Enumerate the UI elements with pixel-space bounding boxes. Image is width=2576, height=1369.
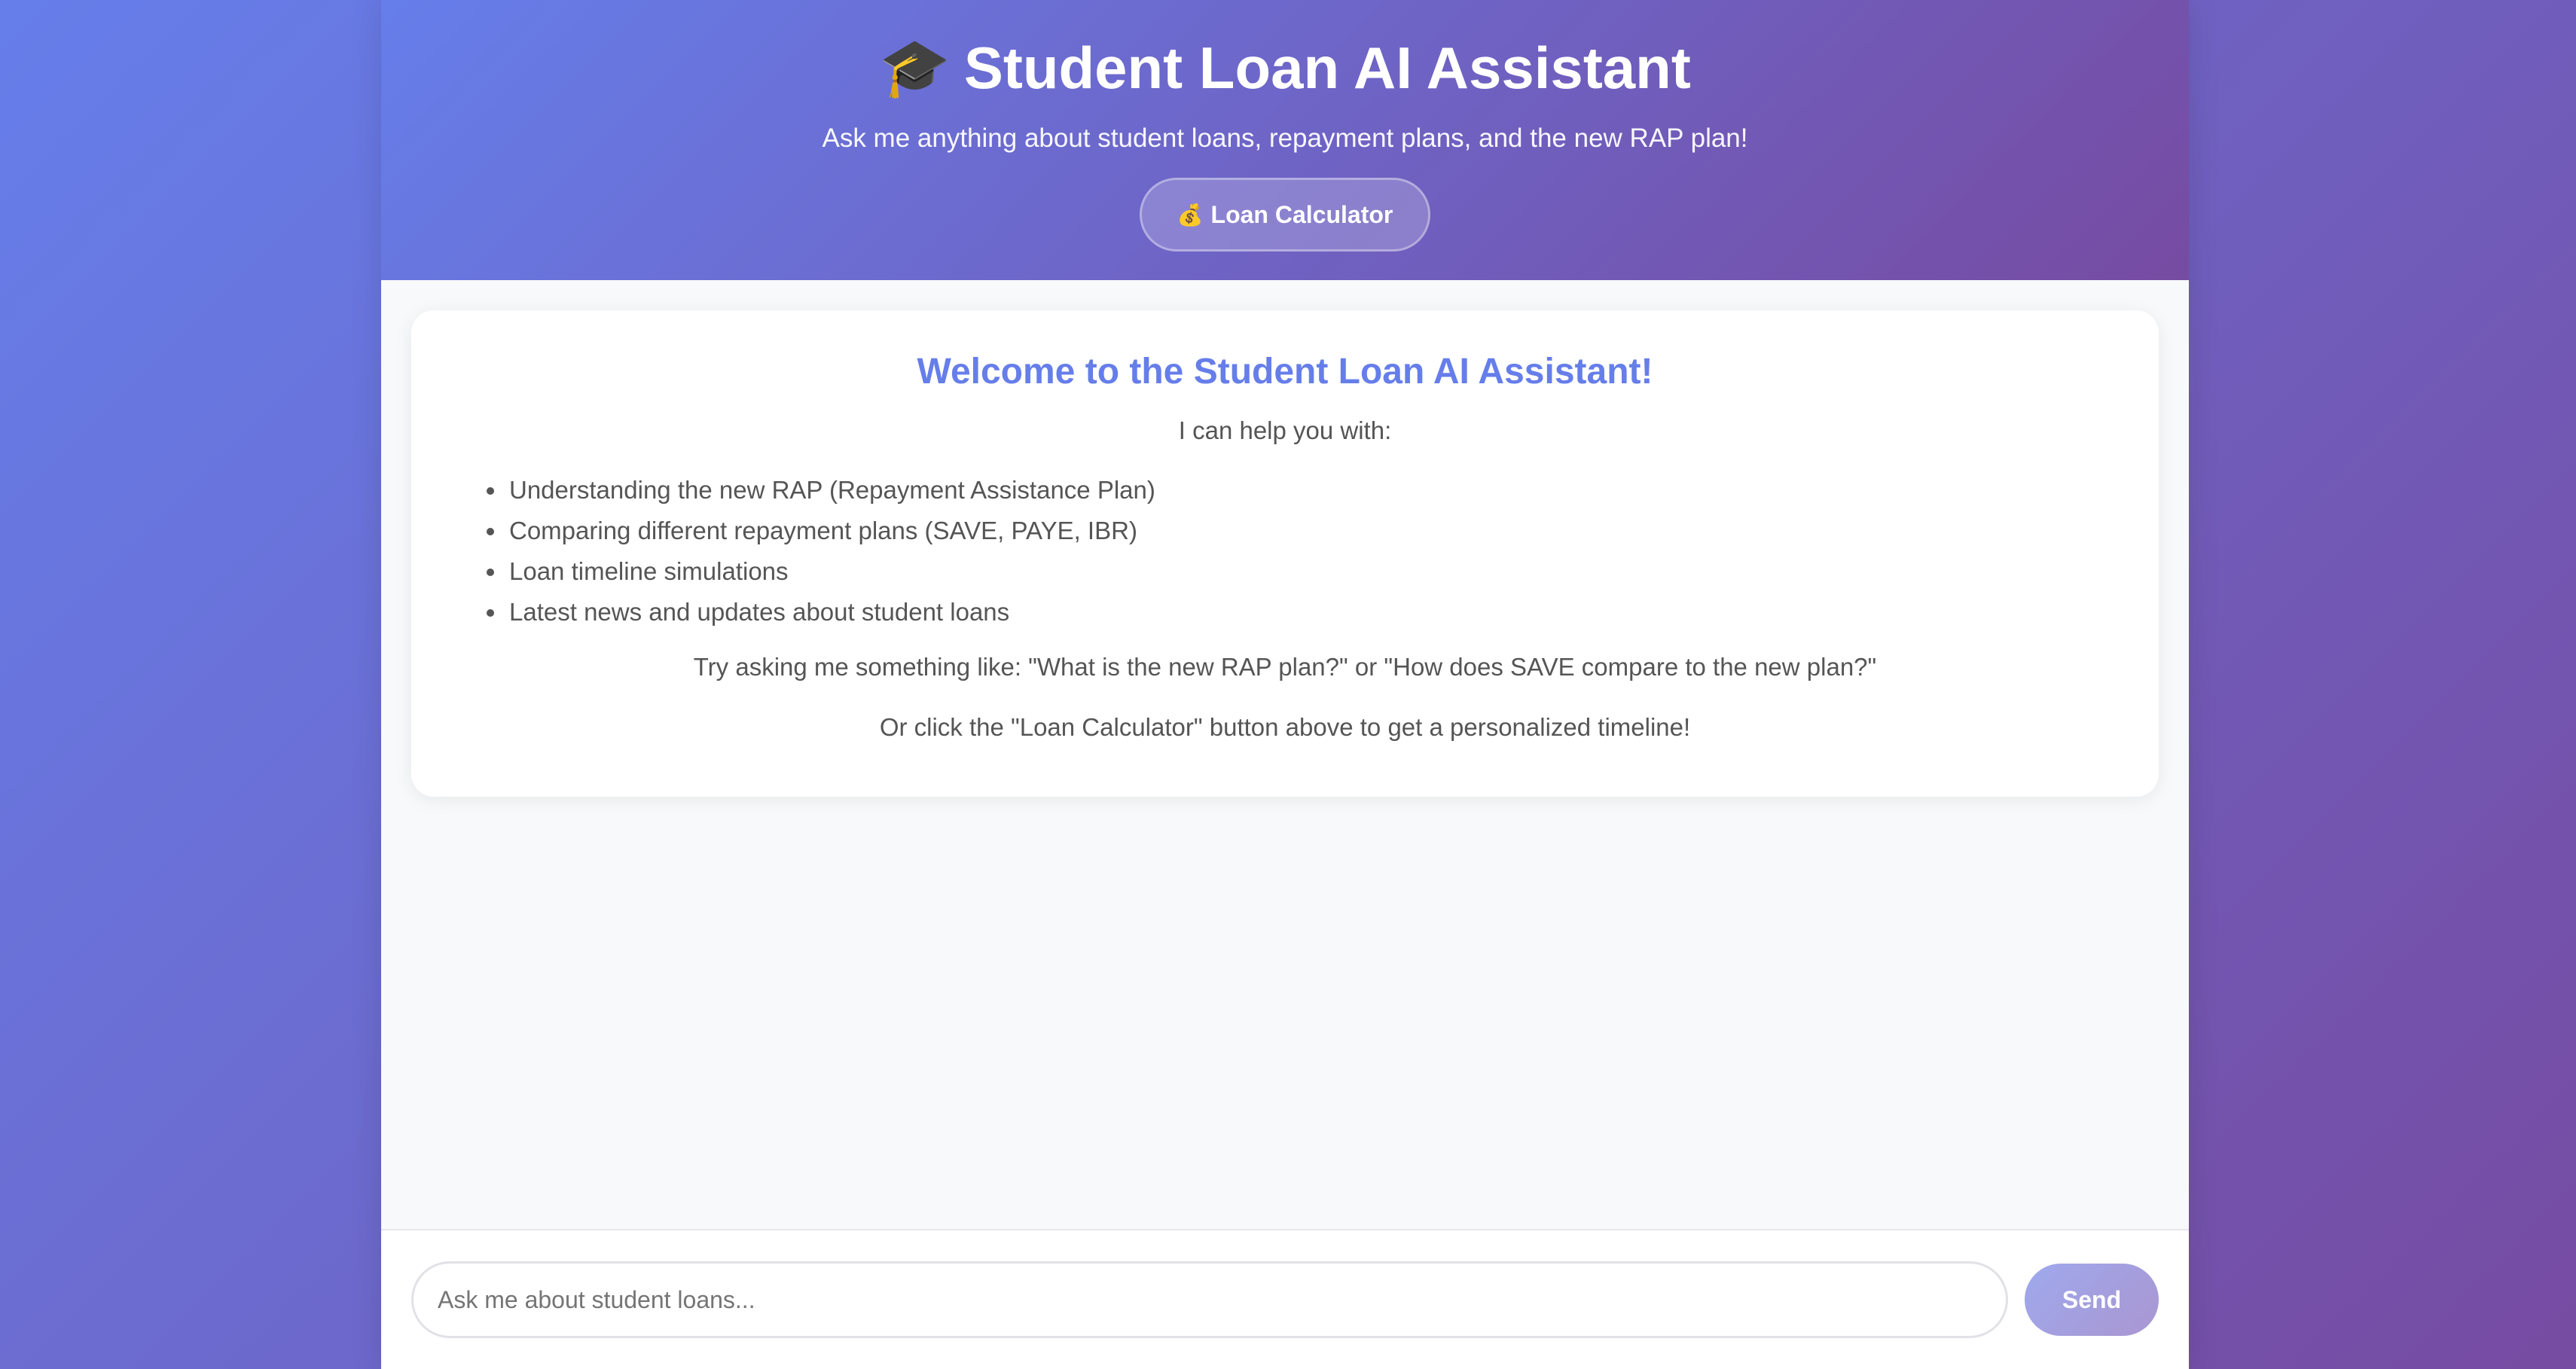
chat-messages[interactable]: Welcome to the Student Loan AI Assistant… bbox=[381, 280, 2189, 1229]
app-header: 🎓 Student Loan AI Assistant Ask me anyth… bbox=[381, 0, 2189, 280]
chat-input-bar: Send bbox=[381, 1229, 2189, 1369]
feature-list: Understanding the new RAP (Repayment Ass… bbox=[464, 470, 2106, 633]
graduation-cap-icon: 🎓 bbox=[879, 34, 951, 101]
page-title: 🎓 Student Loan AI Assistant bbox=[879, 30, 1691, 105]
chat-input[interactable] bbox=[411, 1261, 2008, 1338]
chat-app: 🎓 Student Loan AI Assistant Ask me anyth… bbox=[381, 0, 2189, 1369]
list-item: Latest news and updates about student lo… bbox=[487, 592, 2106, 633]
send-button[interactable]: Send bbox=[2025, 1264, 2159, 1336]
loan-calculator-button[interactable]: 💰 Loan Calculator bbox=[1140, 178, 1430, 252]
list-item: Comparing different repayment plans (SAV… bbox=[487, 511, 2106, 551]
list-item: Loan timeline simulations bbox=[487, 551, 2106, 592]
welcome-heading: Welcome to the Student Loan AI Assistant… bbox=[917, 352, 1653, 392]
welcome-intro: I can help you with: bbox=[1178, 416, 1392, 444]
money-bag-icon: 💰 bbox=[1177, 202, 1204, 227]
calculator-tip: Or click the "Loan Calculator" button ab… bbox=[879, 713, 1691, 741]
list-item: Understanding the new RAP (Repayment Ass… bbox=[487, 470, 2106, 511]
loan-calculator-label: Loan Calculator bbox=[1210, 200, 1393, 228]
page-subtitle: Ask me anything about student loans, rep… bbox=[822, 123, 1748, 153]
example-tip: Try asking me something like: "What is t… bbox=[693, 653, 1877, 681]
page-title-text: Student Loan AI Assistant bbox=[963, 35, 1691, 101]
welcome-card: Welcome to the Student Loan AI Assistant… bbox=[411, 310, 2159, 797]
